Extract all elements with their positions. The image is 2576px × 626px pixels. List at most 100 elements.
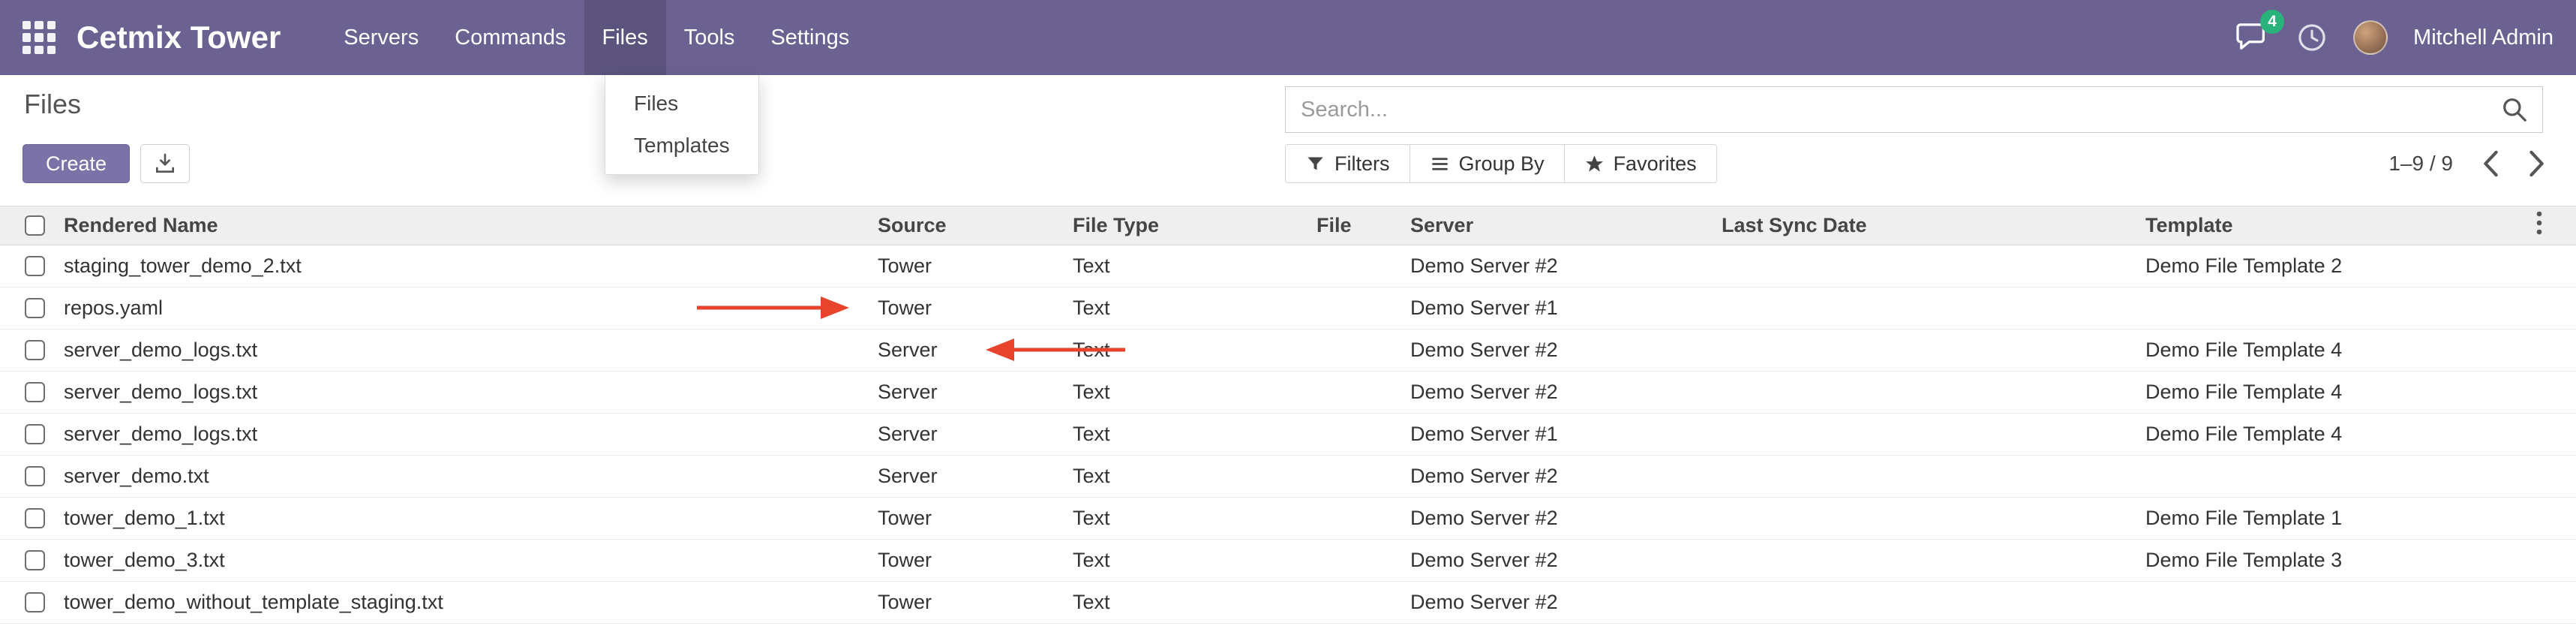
column-header-file-type[interactable]: File Type <box>1065 206 1309 245</box>
table-header-row: Rendered NameSourceFile TypeFileServerLa… <box>0 206 2576 245</box>
menu-item-servers[interactable]: Servers <box>326 0 437 75</box>
cell-server: Demo Server #2 <box>1403 540 1714 582</box>
row-checkbox[interactable] <box>25 298 45 318</box>
cell-select <box>0 540 56 582</box>
row-checkbox[interactable] <box>25 256 45 276</box>
chevron-right-icon <box>2528 149 2546 178</box>
cell-select <box>0 330 56 372</box>
cell-options <box>2534 372 2576 414</box>
activities-icon[interactable] <box>2296 22 2328 53</box>
apps-menu-icon[interactable] <box>23 21 56 54</box>
select-all-checkbox[interactable] <box>25 215 45 236</box>
favorites-button[interactable]: Favorites <box>1564 144 1717 183</box>
cell-options <box>2534 414 2576 456</box>
cell-file-type: Text <box>1065 582 1309 624</box>
row-checkbox[interactable] <box>25 340 45 360</box>
row-checkbox[interactable] <box>25 424 45 444</box>
table-row[interactable]: server_demo_logs.txtServerTextDemo Serve… <box>0 414 2576 456</box>
page-title: Files <box>24 89 81 120</box>
cell-last-sync-date <box>1714 498 2138 540</box>
download-icon <box>153 152 177 176</box>
column-header-last-sync-date[interactable]: Last Sync Date <box>1714 206 2138 245</box>
cell-rendered-name: tower_demo_3.txt <box>56 540 870 582</box>
cell-template: Demo File Template 4 <box>2138 372 2534 414</box>
table-row[interactable]: repos.yamlTowerTextDemo Server #1 <box>0 287 2576 330</box>
cell-rendered-name: tower_demo_without_template_staging.txt <box>56 582 870 624</box>
menu-item-files[interactable]: Files <box>584 0 666 75</box>
app-brand[interactable]: Cetmix Tower <box>77 20 281 56</box>
export-button[interactable] <box>140 144 190 183</box>
cell-options <box>2534 456 2576 498</box>
cell-source: Server <box>870 414 1065 456</box>
menu-item-commands[interactable]: Commands <box>437 0 584 75</box>
cell-select <box>0 372 56 414</box>
vertical-dots-icon <box>2534 209 2544 236</box>
cell-file <box>1309 287 1403 330</box>
search-icon[interactable] <box>2500 95 2529 124</box>
top-navbar: Cetmix Tower ServersCommandsFilesToolsSe… <box>0 0 2576 75</box>
row-checkbox[interactable] <box>25 592 45 612</box>
cell-file <box>1309 582 1403 624</box>
messages-icon[interactable]: 4 <box>2236 22 2271 53</box>
table-row[interactable]: server_demo_logs.txtServerTextDemo Serve… <box>0 330 2576 372</box>
column-header-template[interactable]: Template <box>2138 206 2534 245</box>
cell-file <box>1309 330 1403 372</box>
table-row[interactable]: tower_demo_3.txtTowerTextDemo Server #2D… <box>0 540 2576 582</box>
row-checkbox[interactable] <box>25 550 45 570</box>
column-header-file[interactable]: File <box>1309 206 1403 245</box>
dropdown-item-templates[interactable]: Templates <box>605 125 758 167</box>
column-header-select <box>0 206 56 245</box>
table-row[interactable]: server_demo_logs.txtServerTextDemo Serve… <box>0 372 2576 414</box>
cell-file-type: Text <box>1065 287 1309 330</box>
filters-button[interactable]: Filters <box>1285 144 1410 183</box>
cell-rendered-name: server_demo_logs.txt <box>56 372 870 414</box>
cell-file <box>1309 540 1403 582</box>
cell-source: Server <box>870 456 1065 498</box>
row-checkbox[interactable] <box>25 466 45 486</box>
cell-source: Tower <box>870 245 1065 287</box>
table-row[interactable]: server_demo.txtServerTextDemo Server #2 <box>0 456 2576 498</box>
cell-last-sync-date <box>1714 330 2138 372</box>
menu-item-settings[interactable]: Settings <box>752 0 867 75</box>
cell-server: Demo Server #1 <box>1403 414 1714 456</box>
files-dropdown-menu: FilesTemplates <box>605 75 759 175</box>
cell-last-sync-date <box>1714 287 2138 330</box>
row-checkbox[interactable] <box>25 508 45 528</box>
group-by-button[interactable]: Group By <box>1410 144 1565 183</box>
cell-select <box>0 582 56 624</box>
user-avatar[interactable] <box>2353 20 2388 55</box>
files-list-table: Rendered NameSourceFile TypeFileServerLa… <box>0 206 2576 624</box>
cell-source: Tower <box>870 498 1065 540</box>
cell-options <box>2534 245 2576 287</box>
pager-range: 1–9 / 9 <box>2388 152 2453 176</box>
pager-previous-button[interactable] <box>2481 149 2499 178</box>
table-row[interactable]: tower_demo_1.txtTowerTextDemo Server #2D… <box>0 498 2576 540</box>
search-option-buttons: Filters Group By Favorites <box>1285 144 1717 183</box>
cell-server: Demo Server #2 <box>1403 456 1714 498</box>
cell-file-type: Text <box>1065 245 1309 287</box>
cell-template: Demo File Template 4 <box>2138 330 2534 372</box>
table-row[interactable]: tower_demo_without_template_staging.txt T… <box>0 582 2576 624</box>
pager-next-button[interactable] <box>2528 149 2546 178</box>
magnifier-icon <box>2500 95 2529 124</box>
table-row[interactable]: staging_tower_demo_2.txtTowerTextDemo Se… <box>0 245 2576 287</box>
control-panel: Files Create Filters <box>0 75 2576 206</box>
systray: 4 Mitchell Admin <box>2236 20 2553 55</box>
row-checkbox[interactable] <box>25 382 45 402</box>
cell-server: Demo Server #2 <box>1403 498 1714 540</box>
user-name[interactable]: Mitchell Admin <box>2413 26 2553 50</box>
column-header-source[interactable]: Source <box>870 206 1065 245</box>
cell-server: Demo Server #2 <box>1403 582 1714 624</box>
optional-columns-button[interactable] <box>2534 206 2576 245</box>
cell-rendered-name: tower_demo_1.txt <box>56 498 870 540</box>
cell-select <box>0 245 56 287</box>
group-by-label: Group By <box>1459 152 1545 176</box>
column-header-server[interactable]: Server <box>1403 206 1714 245</box>
cell-template <box>2138 287 2534 330</box>
dropdown-item-files[interactable]: Files <box>605 83 758 125</box>
column-header-rendered-name[interactable]: Rendered Name <box>56 206 870 245</box>
cell-file-type: Text <box>1065 414 1309 456</box>
create-button[interactable]: Create <box>23 144 130 183</box>
search-input[interactable] <box>1286 98 2500 122</box>
menu-item-tools[interactable]: Tools <box>666 0 753 75</box>
